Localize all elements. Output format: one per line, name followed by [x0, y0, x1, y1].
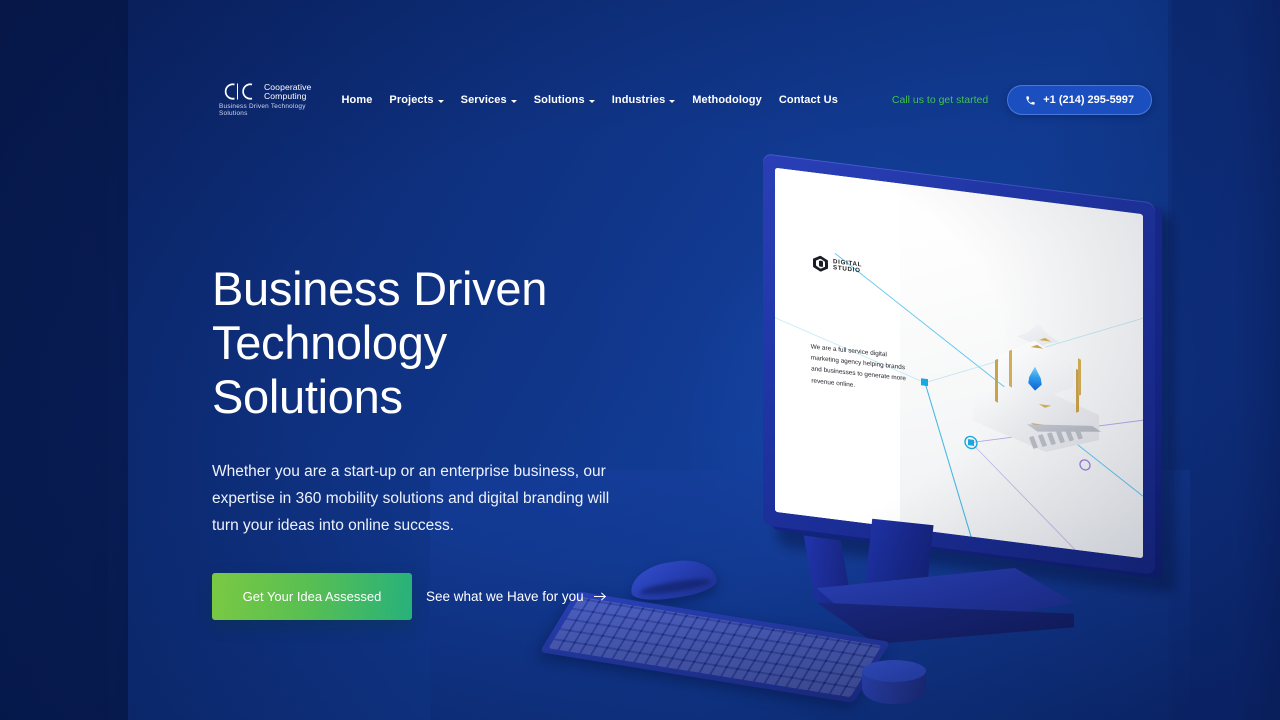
chevron-down-icon	[510, 99, 517, 103]
nav-label: Industries	[611, 94, 666, 106]
cc-monogram-icon	[224, 83, 253, 100]
nav-label: Home	[341, 94, 373, 106]
chevron-down-icon	[669, 99, 676, 103]
nav-item-industries[interactable]: Industries	[612, 94, 676, 106]
hero-title-line2: Technology	[212, 316, 447, 369]
secondary-cta-label: See what we Have for you	[426, 589, 584, 604]
hero-title-line1: Business Driven	[212, 262, 548, 315]
chevron-down-icon	[437, 99, 444, 103]
brand-logo[interactable]: Cooperative Computing Business Driven Te…	[219, 83, 311, 117]
site-header: Cooperative Computing Business Driven Te…	[0, 80, 1280, 120]
nav-item-methodology[interactable]: Methodology	[692, 94, 762, 106]
nav-item-contact-us[interactable]: Contact Us	[779, 94, 838, 106]
main-navigation: Home Projects Services Solutions Industr…	[341, 94, 837, 106]
hero-section: Business Driven Technology Solutions Whe…	[212, 262, 682, 620]
phone-button[interactable]: +1 (214) 295-5997	[1007, 85, 1153, 115]
phone-number: +1 (214) 295-5997	[1043, 94, 1135, 106]
nav-item-home[interactable]: Home	[341, 94, 372, 106]
nav-label: Solutions	[533, 94, 585, 106]
nav-label: Services	[460, 94, 507, 106]
hero-subtitle: Whether you are a start-up or an enterpr…	[212, 463, 610, 534]
phone-icon	[1026, 95, 1035, 105]
brand-name-line2: Computing	[264, 90, 307, 101]
hero-cta-row: Get Your Idea Assessed See what we Have …	[212, 573, 682, 620]
nav-label: Contact Us	[778, 94, 838, 106]
nav-label: Projects	[389, 94, 434, 106]
nav-label: Methodology	[692, 94, 762, 106]
chevron-down-icon	[588, 99, 595, 103]
get-idea-assessed-button[interactable]: Get Your Idea Assessed	[212, 573, 412, 620]
nav-item-solutions[interactable]: Solutions	[534, 94, 595, 106]
brand-tagline: Business Driven Technology Solutions	[219, 103, 306, 118]
arrow-right-icon	[593, 592, 606, 601]
see-what-we-have-link[interactable]: See what we Have for you	[426, 589, 607, 604]
call-prompt-text[interactable]: Call us to get started	[892, 94, 988, 106]
nav-item-services[interactable]: Services	[461, 94, 517, 106]
page-root: DIGITAL STUDIO We are a full service dig…	[0, 0, 1280, 720]
hero-title-line3: Solutions	[212, 370, 403, 423]
page-title: Business Driven Technology Solutions	[212, 262, 682, 424]
nav-item-projects[interactable]: Projects	[389, 94, 444, 106]
